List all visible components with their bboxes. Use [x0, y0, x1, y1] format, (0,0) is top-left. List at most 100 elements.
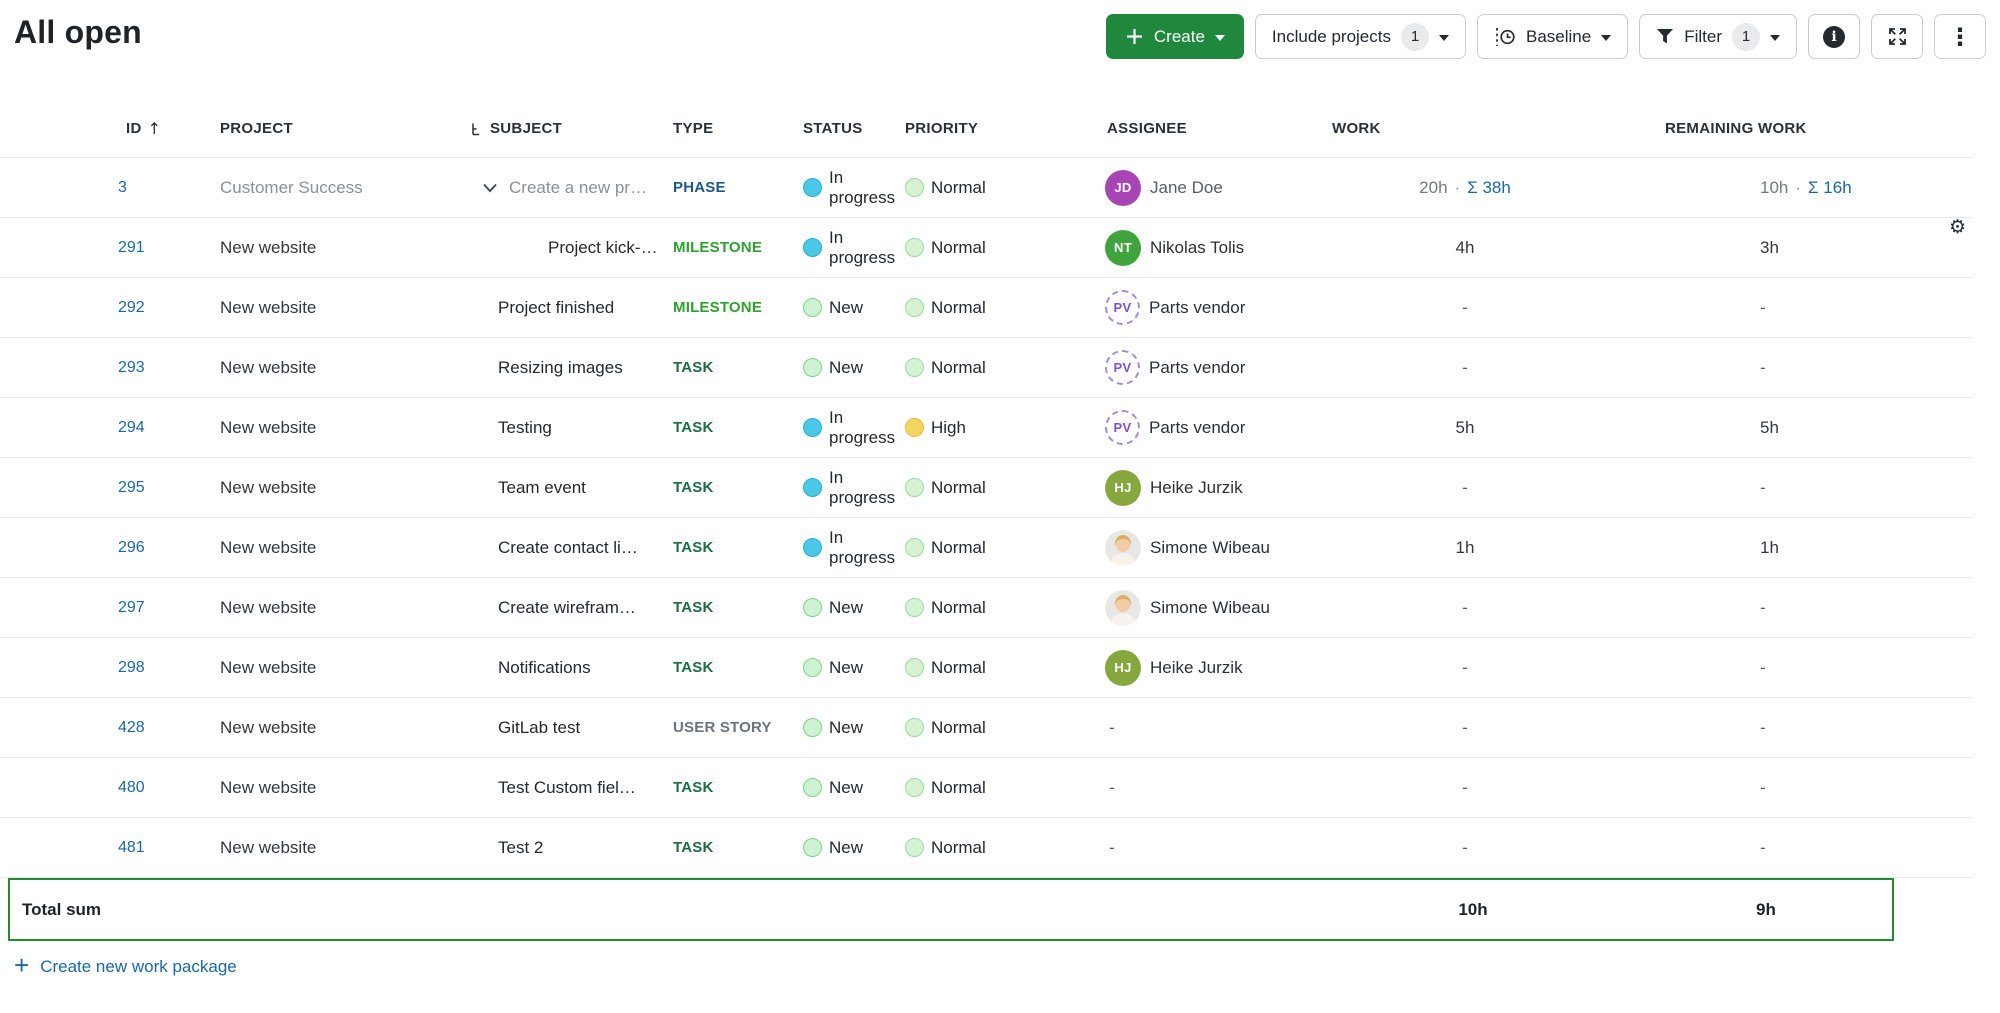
subject-text[interactable]: Team event [498, 478, 586, 498]
priority-cell[interactable]: Normal [902, 358, 1098, 378]
subject-text[interactable]: GitLab test [498, 718, 580, 738]
column-header-assignee[interactable]: ASSIGNEE [1098, 120, 1330, 137]
create-new-work-package-link[interactable]: + Create new work package [14, 955, 237, 978]
assignee-cell[interactable]: PVParts vendor [1098, 290, 1330, 325]
work-package-row[interactable]: 294New websiteTestingTASKIn progressHigh… [0, 398, 1972, 458]
filter-button[interactable]: Filter 1 [1639, 14, 1797, 59]
type-cell[interactable]: TASK [670, 539, 800, 556]
subject-text[interactable]: Test 2 [498, 838, 543, 858]
work-cell[interactable]: 5h [1330, 418, 1600, 438]
type-cell[interactable]: TASK [670, 479, 800, 496]
column-header-priority[interactable]: PRIORITY [902, 120, 1098, 137]
subject-text[interactable]: Create wirefram… [498, 598, 636, 618]
work-cell[interactable]: - [1330, 358, 1600, 378]
work-package-row[interactable]: 428New websiteGitLab testUSER STORYNewNo… [0, 698, 1972, 758]
remaining-work-cell[interactable]: - [1600, 778, 1972, 798]
work-package-row[interactable]: 292New websiteProject finishedMILESTONEN… [0, 278, 1972, 338]
remaining-work-cell[interactable]: - [1600, 718, 1972, 738]
remaining-work-cell[interactable]: 1h [1600, 538, 1972, 558]
subject-text[interactable]: Project kick-… [548, 238, 658, 258]
include-projects-button[interactable]: Include projects 1 [1255, 14, 1466, 59]
assignee-cell[interactable]: JDJane Doe [1098, 170, 1330, 206]
work-package-id-link[interactable]: 428 [118, 719, 145, 737]
collapse-children-icon[interactable] [482, 183, 498, 193]
subject-text[interactable]: Create contact li… [498, 538, 638, 558]
priority-cell[interactable]: Normal [902, 658, 1098, 678]
remaining-work-cell[interactable]: - [1600, 478, 1972, 498]
work-package-row[interactable]: 296New websiteCreate contact li…TASKIn p… [0, 518, 1972, 578]
subject-text[interactable]: Resizing images [498, 358, 623, 378]
status-cell[interactable]: New [800, 298, 902, 318]
info-button[interactable]: i [1808, 14, 1860, 59]
work-package-id-link[interactable]: 298 [118, 659, 145, 677]
work-cell[interactable]: 1h [1330, 538, 1600, 558]
baseline-button[interactable]: Baseline [1477, 14, 1628, 59]
priority-cell[interactable]: High [902, 418, 1098, 438]
work-package-id-link[interactable]: 292 [118, 299, 145, 317]
work-cell[interactable]: - [1330, 298, 1600, 318]
status-cell[interactable]: In progress [800, 228, 902, 268]
remaining-work-cell[interactable]: 5h [1600, 418, 1972, 438]
work-package-row[interactable]: 480New websiteTest Custom fiel…TASKNewNo… [0, 758, 1972, 818]
assignee-cell[interactable]: - [1098, 838, 1330, 858]
remaining-work-cell[interactable]: - [1600, 298, 1972, 318]
status-cell[interactable]: New [800, 778, 902, 798]
table-settings-gear-icon[interactable]: ⚙ [1949, 216, 1966, 238]
type-cell[interactable]: TASK [670, 599, 800, 616]
work-cell[interactable]: 20h·Σ 38h [1330, 178, 1600, 198]
priority-cell[interactable]: Normal [902, 238, 1098, 258]
type-cell[interactable]: PHASE [670, 179, 800, 196]
type-cell[interactable]: TASK [670, 659, 800, 676]
fullscreen-button[interactable] [1871, 14, 1923, 59]
status-cell[interactable]: In progress [800, 168, 902, 208]
more-options-button[interactable]: ⋮ [1934, 14, 1986, 59]
subject-text[interactable]: Testing [498, 418, 552, 438]
work-package-row[interactable]: 297New websiteCreate wirefram…TASKNewNor… [0, 578, 1972, 638]
work-cell[interactable]: - [1330, 658, 1600, 678]
status-cell[interactable]: In progress [800, 528, 902, 568]
create-button[interactable]: Create [1106, 14, 1244, 59]
column-header-work[interactable]: WORK [1330, 120, 1600, 137]
work-package-row[interactable]: 291New websiteProject kick-…MILESTONEIn … [0, 218, 1972, 278]
type-cell[interactable]: TASK [670, 359, 800, 376]
remaining-work-cell[interactable]: - [1600, 838, 1972, 858]
assignee-cell[interactable]: PVParts vendor [1098, 350, 1330, 385]
remaining-work-cell[interactable]: 10h·Σ 16h [1600, 178, 1972, 198]
type-cell[interactable]: MILESTONE [670, 239, 800, 256]
column-header-status[interactable]: STATUS [800, 120, 902, 137]
column-header-project[interactable]: PROJECT [218, 120, 460, 137]
assignee-cell[interactable]: - [1098, 718, 1330, 738]
assignee-cell[interactable]: HJHeike Jurzik [1098, 470, 1330, 506]
work-cell[interactable]: - [1330, 598, 1600, 618]
remaining-work-sum-link[interactable]: Σ 16h [1808, 178, 1852, 198]
work-cell[interactable]: - [1330, 478, 1600, 498]
remaining-work-cell[interactable]: - [1600, 598, 1972, 618]
type-cell[interactable]: TASK [670, 779, 800, 796]
work-package-row[interactable]: 3Customer SuccessCreate a new pr…PHASEIn… [0, 158, 1972, 218]
column-header-subject[interactable]: SUBJECT [460, 120, 670, 137]
work-sum-link[interactable]: Σ 38h [1467, 178, 1511, 198]
work-package-id-link[interactable]: 293 [118, 359, 145, 377]
status-cell[interactable]: New [800, 718, 902, 738]
work-package-id-link[interactable]: 294 [118, 419, 145, 437]
work-cell[interactable]: - [1330, 838, 1600, 858]
priority-cell[interactable]: Normal [902, 298, 1098, 318]
work-package-row[interactable]: 298New websiteNotificationsTASKNewNormal… [0, 638, 1972, 698]
work-package-id-link[interactable]: 291 [118, 239, 145, 257]
assignee-cell[interactable]: HJHeike Jurzik [1098, 650, 1330, 686]
assignee-cell[interactable]: - [1098, 778, 1330, 798]
work-package-id-link[interactable]: 295 [118, 479, 145, 497]
priority-cell[interactable]: Normal [902, 838, 1098, 858]
priority-cell[interactable]: Normal [902, 718, 1098, 738]
column-header-id[interactable]: ID ↑ [0, 119, 218, 138]
status-cell[interactable]: New [800, 658, 902, 678]
column-header-type[interactable]: TYPE [670, 120, 800, 137]
subject-text[interactable]: Notifications [498, 658, 591, 678]
status-cell[interactable]: In progress [800, 468, 902, 508]
type-cell[interactable]: TASK [670, 419, 800, 436]
assignee-cell[interactable]: Simone Wibeau [1098, 530, 1330, 566]
work-package-id-link[interactable]: 481 [118, 839, 145, 857]
subject-text[interactable]: Project finished [498, 298, 614, 318]
work-cell[interactable]: 4h [1330, 238, 1600, 258]
work-cell[interactable]: - [1330, 718, 1600, 738]
